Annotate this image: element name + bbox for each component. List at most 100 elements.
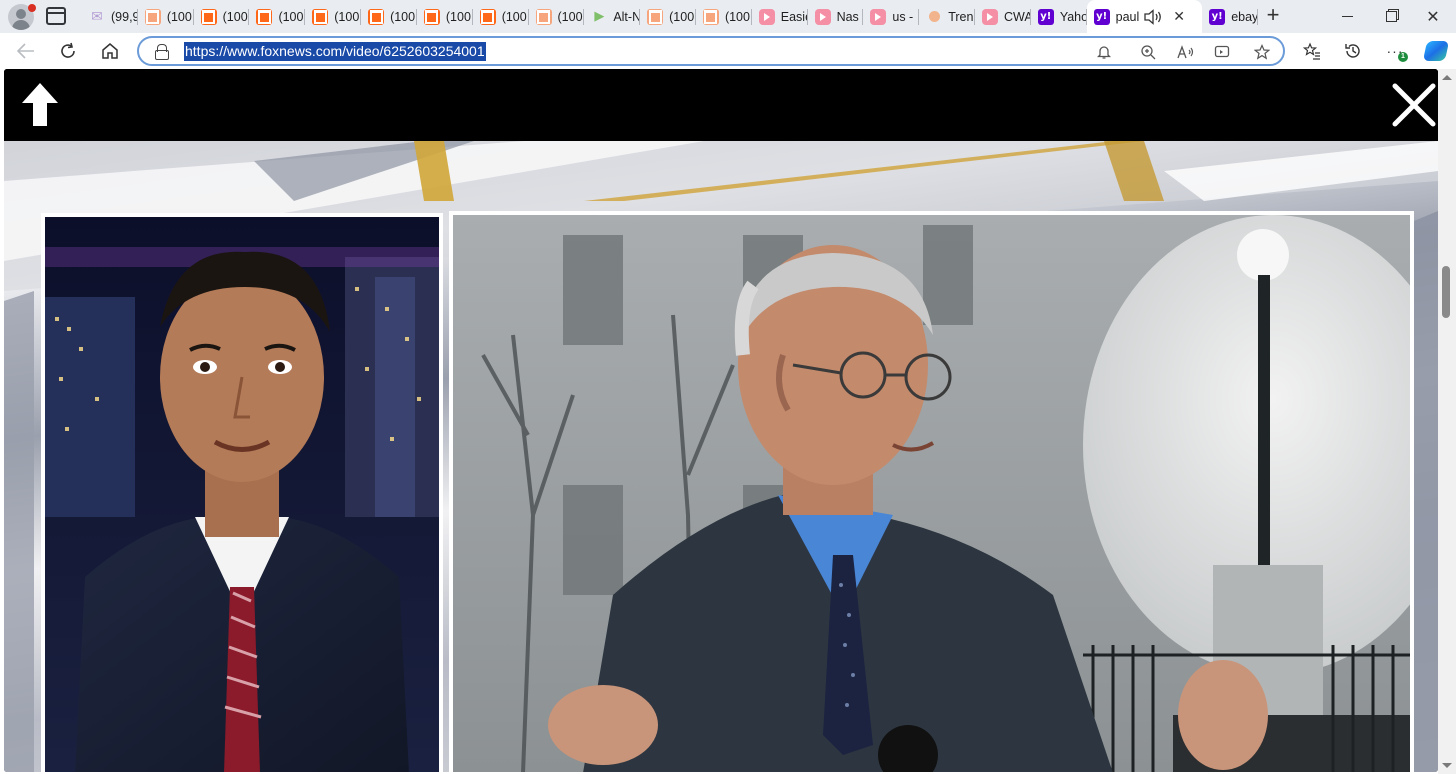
tab[interactable]: (100: [249, 0, 306, 33]
tab-actions-icon[interactable]: [46, 7, 66, 25]
read-aloud-icon[interactable]: [1175, 41, 1197, 63]
substack-icon: [479, 8, 496, 25]
tab-active[interactable]: y! paul ✕: [1086, 0, 1203, 33]
tab-label: Nas: [836, 9, 859, 24]
tab[interactable]: Easie: [752, 0, 808, 33]
guest-video-pane: [449, 211, 1414, 772]
play-icon: ▶: [594, 9, 605, 24]
video-icon: [870, 8, 887, 25]
tab-label: (100: [278, 9, 304, 24]
host-video-pane: [41, 213, 443, 772]
tab-label: paul: [1115, 9, 1140, 24]
tab-list: ✉ (99,9 (100 (100 (100 (100 (100 (100 (100 (100 ▶ A…: [82, 0, 1259, 33]
page-scrollbar[interactable]: [1438, 69, 1456, 774]
url-text[interactable]: https://www.foxnews.com/video/6252603254…: [184, 42, 486, 61]
tab-label: us -: [892, 9, 914, 24]
tab-label: (100: [222, 9, 248, 24]
history-icon[interactable]: [1341, 39, 1365, 63]
video-player[interactable]: [4, 141, 1438, 772]
tab-label: (100: [445, 9, 471, 24]
tab-label: CWA: [1004, 9, 1031, 24]
audio-playing-icon[interactable]: [1143, 8, 1163, 25]
tab[interactable]: (100: [640, 0, 696, 33]
favorites-icon[interactable]: [1300, 39, 1324, 63]
tab-close-icon[interactable]: ✕: [1173, 8, 1185, 25]
tab[interactable]: ▶ Alt-N: [584, 0, 641, 33]
tab-separator: [1257, 9, 1259, 25]
tab[interactable]: (100: [305, 0, 362, 33]
close-window-button[interactable]: ✕: [1410, 0, 1456, 33]
tab-label: (100: [334, 9, 360, 24]
tab[interactable]: Nas: [808, 0, 864, 33]
refresh-icon: [61, 42, 75, 58]
substack-icon: [144, 8, 161, 25]
copilot-icon: [1422, 41, 1450, 61]
yahoo-icon: y!: [1093, 8, 1110, 25]
yahoo-icon: y!: [1037, 8, 1054, 25]
substack-icon: [423, 8, 440, 25]
address-bar[interactable]: https://www.foxnews.com/video/6252603254…: [137, 36, 1285, 66]
video-icon: [814, 8, 831, 25]
substack-icon: [702, 8, 719, 25]
maximize-button[interactable]: [1368, 0, 1414, 33]
tab-strip: ✉ (99,9 (100 (100 (100 (100 (100 (100 (100 (100 ▶ A…: [0, 0, 1456, 33]
close-video-icon[interactable]: [1390, 81, 1438, 129]
home-button[interactable]: [96, 37, 124, 65]
tab[interactable]: (100: [138, 0, 194, 33]
favorite-star-icon[interactable]: [1251, 41, 1273, 63]
tab-label: (100: [557, 9, 583, 24]
video-icon: [982, 8, 998, 25]
page-viewport: [0, 69, 1456, 774]
tab[interactable]: ✉ (99,9: [82, 0, 138, 33]
scroll-down-arrow-icon[interactable]: [1442, 763, 1452, 768]
scrollbar-thumb[interactable]: [1442, 266, 1450, 318]
lock-icon[interactable]: [155, 44, 169, 60]
refresh-button[interactable]: [54, 37, 82, 65]
up-arrow-icon[interactable]: [16, 79, 64, 129]
tab-label: ebay: [1231, 9, 1259, 24]
scroll-up-arrow-icon[interactable]: [1442, 75, 1452, 80]
zoom-icon[interactable]: [1137, 41, 1159, 63]
video-overlay-header: [4, 69, 1438, 141]
tab-label: (100: [501, 9, 527, 24]
tab-label: Yaho: [1059, 9, 1087, 24]
minimize-button[interactable]: [1324, 0, 1370, 33]
video-icon: [758, 8, 775, 25]
tab-label: (100: [166, 9, 192, 24]
substack-icon: [256, 8, 273, 25]
tab[interactable]: (100: [417, 0, 473, 33]
dot-icon: [926, 9, 942, 25]
tab[interactable]: y! Yaho: [1031, 0, 1087, 33]
extensions-badge: 1: [1398, 52, 1408, 62]
tab[interactable]: y! ebay: [1202, 0, 1259, 33]
mail-icon: ✉: [91, 8, 103, 25]
tab-label: Tren: [948, 9, 974, 24]
guest-image: [453, 215, 1410, 772]
settings-more-button[interactable]: ··· 1: [1383, 39, 1408, 63]
tab[interactable]: (100: [473, 0, 529, 33]
tab[interactable]: (100: [194, 0, 250, 33]
app-available-icon[interactable]: [1211, 41, 1233, 63]
tab[interactable]: Tren: [919, 0, 975, 33]
tab[interactable]: (100: [529, 0, 585, 33]
home-icon: [102, 43, 118, 59]
substack-icon: [200, 8, 217, 25]
back-arrow-icon: [17, 43, 34, 59]
tab-label: (99,9: [111, 9, 138, 24]
notification-bell-icon[interactable]: [1093, 41, 1115, 63]
tab[interactable]: (100: [696, 0, 752, 33]
new-tab-button[interactable]: +: [1262, 4, 1284, 27]
tab[interactable]: us -: [863, 0, 920, 33]
tab[interactable]: (100: [361, 0, 417, 33]
tab-label: (100: [390, 9, 416, 24]
copilot-button[interactable]: [1422, 39, 1450, 63]
back-button[interactable]: [12, 37, 40, 65]
tab-label: Alt-N: [613, 9, 641, 24]
browser-toolbar: https://www.foxnews.com/video/6252603254…: [0, 33, 1456, 69]
tab-label: (100: [724, 9, 750, 24]
video-overlay: [4, 69, 1438, 772]
tab-label: (100: [669, 9, 695, 24]
yahoo-icon: y!: [1209, 8, 1226, 25]
profile-notification-dot: [28, 4, 36, 12]
tab[interactable]: CWA: [975, 0, 1031, 33]
